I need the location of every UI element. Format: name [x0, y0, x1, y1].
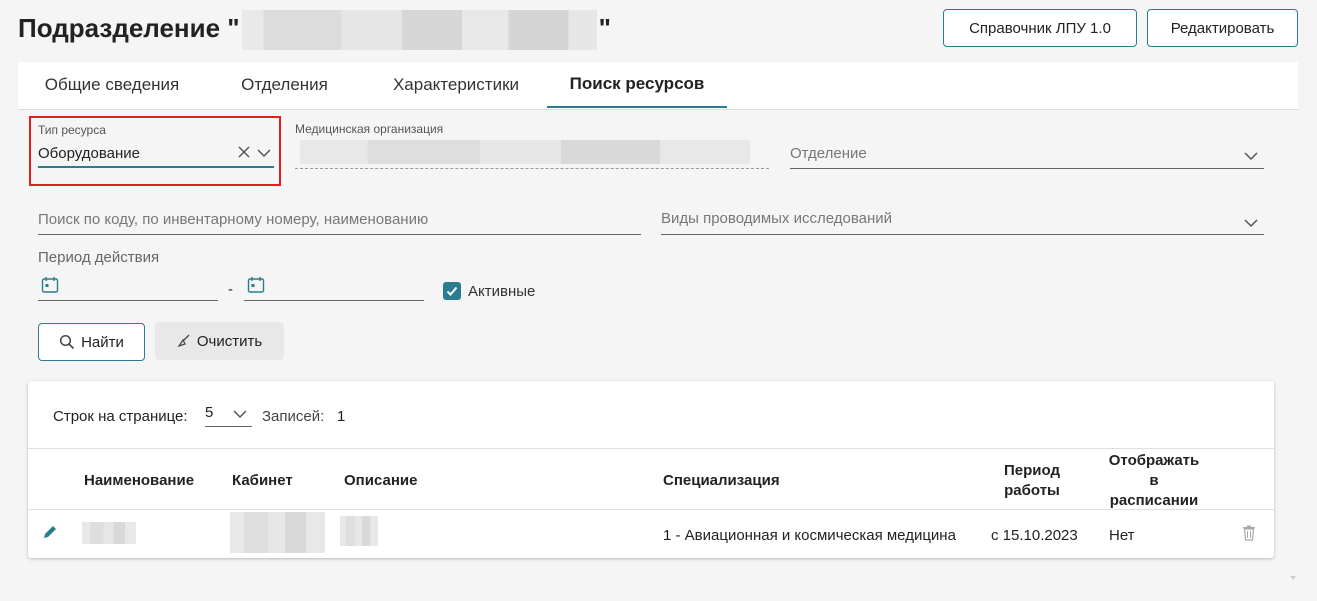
column-header-show-in-schedule[interactable]: Отображать в расписании: [1108, 451, 1200, 511]
redacted-cabinet: [230, 512, 325, 553]
column-header-cabinet[interactable]: Кабинет: [232, 472, 293, 489]
med-org-label: Медицинская организация: [295, 122, 444, 136]
department-underline: [790, 168, 1264, 169]
period-start-input[interactable]: [38, 300, 218, 301]
page-title: Подразделение " ": [18, 10, 611, 50]
search-underline: [38, 234, 641, 235]
chevron-down-icon[interactable]: [1243, 149, 1259, 167]
column-header-description[interactable]: Описание: [344, 472, 417, 489]
tabs-divider: [18, 109, 1298, 110]
chevron-down-icon[interactable]: [256, 146, 272, 164]
redacted-title: [241, 10, 597, 50]
calendar-icon[interactable]: [247, 276, 265, 299]
scroll-down-icon[interactable]: [1289, 568, 1297, 586]
med-org-underline: [295, 168, 769, 169]
column-header-specialization[interactable]: Специализация: [663, 472, 780, 489]
rows-per-page-underline: [205, 426, 252, 427]
results-table: [28, 381, 1274, 558]
clear-icon[interactable]: [237, 145, 251, 164]
chevron-down-icon[interactable]: [1243, 216, 1259, 234]
research-types-underline: [661, 234, 1264, 235]
redacted-name: [82, 522, 136, 544]
column-header-name[interactable]: Наименование: [84, 472, 194, 489]
tab-characteristics[interactable]: Характеристики: [374, 62, 538, 108]
calendar-icon[interactable]: [41, 276, 59, 299]
check-icon: [446, 286, 458, 296]
period-separator: -: [228, 281, 233, 298]
resource-type-select[interactable]: Оборудование: [38, 145, 140, 162]
research-types-select[interactable]: Виды проводимых исследований: [661, 210, 892, 227]
period-label: Период действия: [38, 249, 160, 266]
active-checkbox[interactable]: [443, 282, 461, 300]
chevron-down-icon[interactable]: [232, 407, 248, 425]
tab-resource-search[interactable]: Поиск ресурсов: [547, 62, 727, 108]
table-header-divider: [28, 509, 1274, 510]
active-label: Активные: [468, 283, 536, 300]
rows-per-page-select[interactable]: 5: [205, 404, 213, 421]
edit-pencil-icon[interactable]: [41, 523, 59, 546]
period-cell: с 15.10.2023: [991, 527, 1078, 544]
clear-button[interactable]: Очистить: [155, 322, 284, 360]
broom-icon: [177, 334, 190, 348]
resource-type-label: Тип ресурса: [38, 123, 106, 137]
search-input[interactable]: Поиск по коду, по инвентарному номеру, н…: [38, 211, 428, 228]
resource-type-underline: [38, 166, 274, 168]
edit-button[interactable]: Редактировать: [1147, 9, 1298, 47]
period-end-input[interactable]: [244, 300, 424, 301]
clear-label: Очистить: [196, 332, 263, 350]
trash-icon[interactable]: [1242, 525, 1256, 546]
find-button[interactable]: Найти: [38, 323, 145, 361]
rows-per-page-label: Строк на странице:: [53, 408, 188, 425]
search-icon: [60, 334, 75, 350]
med-org-value: [300, 140, 750, 164]
tab-departments[interactable]: Отделения: [222, 62, 347, 108]
department-select[interactable]: Отделение: [790, 145, 867, 162]
find-label: Найти: [81, 333, 124, 351]
specialization-cell: 1 - Авиационная и космическая медицина: [663, 527, 956, 544]
table-divider: [28, 448, 1274, 449]
column-header-period[interactable]: Период работы: [993, 461, 1071, 501]
redacted-description: [340, 516, 378, 546]
directory-button[interactable]: Справочник ЛПУ 1.0: [943, 9, 1137, 47]
records-label: Записей:: [262, 408, 325, 425]
show-in-schedule-cell: Нет: [1109, 527, 1135, 544]
records-count: 1: [337, 408, 346, 425]
tab-general[interactable]: Общие сведения: [28, 62, 196, 108]
